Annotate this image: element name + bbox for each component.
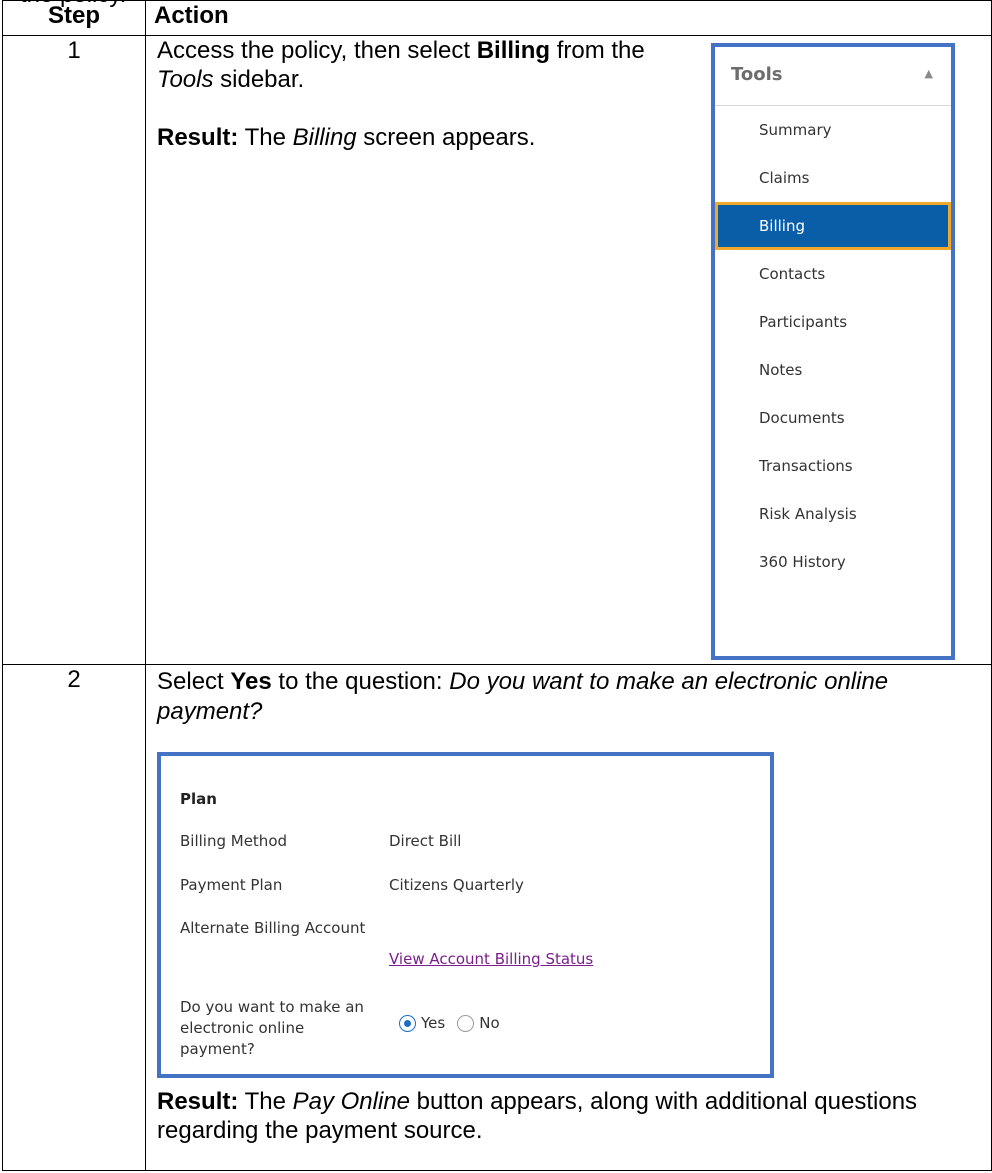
step1-instructions: Access the policy, then select Billing f… (157, 36, 697, 152)
sidebar-item-participants[interactable]: Participants (715, 298, 951, 346)
step2-instruction: Select Yes to the question: Do you want … (157, 668, 889, 725)
plan-title: Plan (180, 790, 217, 808)
sidebar-item-notes[interactable]: Notes (715, 346, 951, 394)
step2-result: Result: The Pay Online button appears, a… (157, 1088, 918, 1144)
table-row: 2 Select Yes to the question: Do you wan… (2, 664, 992, 1171)
yes-radio[interactable] (399, 1014, 416, 1032)
view-account-billing-status-link[interactable]: View Account Billing Status (389, 950, 593, 968)
sidebar-item-documents[interactable]: Documents (715, 394, 951, 442)
alternate-billing-account-label: Alternate Billing Account (180, 919, 366, 937)
online-payment-radio-group: Yes No (399, 1014, 512, 1032)
steps-table: Step Action 1 Access the policy, then se… (2, 0, 992, 1171)
payment-plan-label: Payment Plan (180, 876, 283, 894)
caret-up-icon[interactable]: ▲ (925, 67, 933, 80)
no-label[interactable]: No (479, 1014, 499, 1032)
sidebar-item-summary[interactable]: Summary (715, 106, 951, 154)
payment-plan-value: Citizens Quarterly (389, 876, 524, 894)
sidebar-item-360-history[interactable]: 360 History (715, 538, 951, 586)
tools-title: Tools (731, 64, 783, 85)
yes-label[interactable]: Yes (421, 1014, 445, 1032)
table-header-row: Step Action (2, 0, 992, 36)
billing-method-value: Direct Bill (389, 832, 462, 850)
step1-instruction-line: Access the policy, then select Billing f… (157, 37, 645, 93)
action-cell: Select Yes to the question: Do you want … (145, 664, 992, 1171)
table-row: 1 Access the policy, then select Billing… (2, 35, 992, 665)
tools-sidebar-screenshot: Tools ▲ Summary Claims Billing Contacts … (711, 43, 955, 660)
plan-panel-screenshot: Plan Billing Method Direct Bill Payment … (157, 752, 774, 1078)
step1-result: Result: The Billing screen appears. (157, 124, 536, 151)
step-number: 1 (2, 35, 146, 665)
sidebar-item-claims[interactable]: Claims (715, 154, 951, 202)
header-action: Action (145, 0, 992, 36)
billing-method-label: Billing Method (180, 832, 288, 850)
online-payment-question: Do you want to make an electronic online… (180, 998, 364, 1058)
tools-header[interactable]: Tools ▲ (715, 47, 951, 106)
sidebar-item-risk-analysis[interactable]: Risk Analysis (715, 490, 951, 538)
sidebar-item-transactions[interactable]: Transactions (715, 442, 951, 490)
no-radio[interactable] (457, 1014, 475, 1032)
header-step: Step (2, 0, 146, 36)
sidebar-item-contacts[interactable]: Contacts (715, 250, 951, 298)
step-number: 2 (2, 664, 146, 1171)
action-cell: Access the policy, then select Billing f… (145, 35, 992, 665)
sidebar-item-billing[interactable]: Billing (715, 202, 951, 250)
